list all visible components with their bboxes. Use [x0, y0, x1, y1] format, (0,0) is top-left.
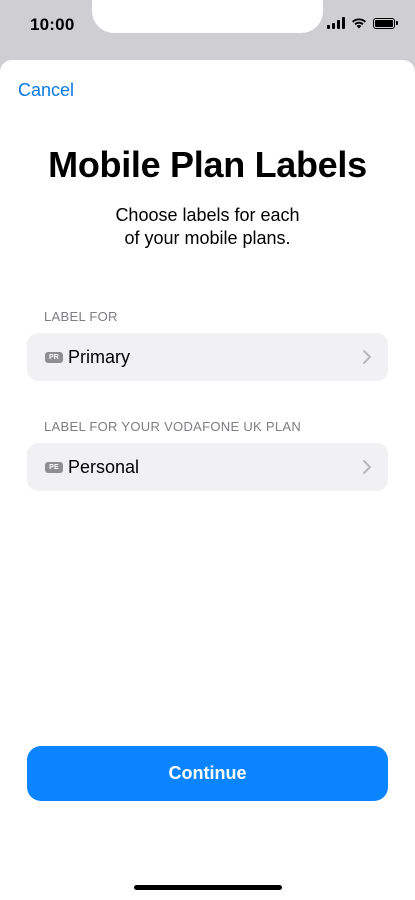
- device-notch: [92, 0, 323, 33]
- primary-label-row[interactable]: PR Primary: [27, 333, 388, 381]
- status-bar: 10:00: [0, 0, 415, 56]
- page-title: Mobile Plan Labels: [0, 144, 415, 186]
- section-header-primary: LABEL FOR: [44, 309, 118, 324]
- vodafone-label-value: Personal: [68, 456, 140, 477]
- section-header-vodafone: LABEL FOR YOUR VODAFONE UK PLAN: [44, 419, 302, 434]
- battery-icon: [373, 17, 398, 29]
- subtitle-line-1: Choose labels for each: [115, 205, 300, 225]
- plan-badge: PE: [45, 461, 63, 473]
- chevron-right-icon: [363, 460, 371, 474]
- wifi-icon: [352, 18, 366, 29]
- subtitle-line-2: of your mobile plans.: [124, 228, 291, 248]
- plan-badge: PR: [45, 351, 63, 363]
- page-title-text: Mobile Plan Labels: [48, 144, 367, 185]
- continue-button[interactable]: Continue: [27, 746, 388, 801]
- cellular-signal-icon: [327, 17, 345, 29]
- vodafone-label-row[interactable]: PE Personal: [27, 443, 388, 491]
- home-indicator[interactable]: [134, 885, 282, 890]
- status-time: 10:00: [30, 15, 75, 34]
- cancel-button[interactable]: Cancel: [18, 80, 74, 101]
- phone-screen: 10:00 Cancel Mobile Plan Labels Choose l…: [0, 0, 415, 900]
- status-icons: [327, 17, 398, 29]
- chevron-right-icon: [363, 350, 371, 364]
- primary-label-value: Primary: [68, 346, 130, 367]
- modal-sheet: Cancel Mobile Plan Labels Choose labels …: [0, 60, 415, 900]
- page-subtitle: Choose labels for each of your mobile pl…: [60, 204, 355, 250]
